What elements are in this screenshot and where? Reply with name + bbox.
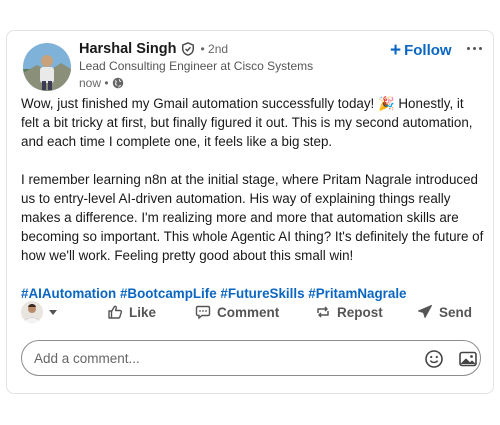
emoji-icon[interactable] bbox=[424, 349, 444, 369]
repost-label: Repost bbox=[337, 304, 383, 320]
chevron-down-icon bbox=[49, 309, 57, 315]
author-avatar[interactable] bbox=[23, 43, 71, 91]
author-headline: Lead Consulting Engineer at Cisco System… bbox=[79, 59, 314, 73]
author-name[interactable]: Harshal Singh bbox=[79, 41, 177, 57]
post-paragraph-2: I remember learning n8n at the initial s… bbox=[21, 172, 484, 263]
image-icon[interactable] bbox=[458, 349, 478, 369]
follow-label: Follow bbox=[404, 42, 452, 59]
globe-icon bbox=[112, 77, 124, 89]
comment-bubble-icon bbox=[195, 305, 211, 320]
more-options-icon[interactable] bbox=[463, 37, 485, 59]
repost-arrows-icon bbox=[317, 306, 329, 318]
post-time: now • bbox=[79, 76, 109, 90]
user-avatar bbox=[21, 301, 43, 323]
author-info: Harshal Singh • 2nd Lead Consulting Engi… bbox=[79, 41, 313, 90]
connection-degree: • 2nd bbox=[200, 42, 229, 56]
reaction-identity-selector[interactable] bbox=[21, 301, 93, 323]
comment-button[interactable]: Comment bbox=[195, 304, 279, 320]
repost-button[interactable]: Repost bbox=[315, 304, 383, 320]
send-paper-plane-icon bbox=[418, 305, 432, 318]
post-card: Harshal Singh • 2nd Lead Consulting Engi… bbox=[6, 30, 494, 394]
plus-icon: + bbox=[390, 40, 402, 61]
post-body: Wow, just finished my Gmail automation s… bbox=[21, 94, 485, 303]
post-actions: Like Comment Repost Send bbox=[21, 299, 485, 325]
like-button[interactable]: Like bbox=[107, 304, 156, 320]
like-label: Like bbox=[129, 304, 157, 320]
send-button[interactable]: Send bbox=[417, 304, 472, 320]
thumbs-up-icon bbox=[108, 305, 123, 319]
verified-shield-icon bbox=[181, 42, 195, 56]
comment-input[interactable] bbox=[22, 350, 402, 366]
comment-label: Comment bbox=[217, 304, 280, 320]
post-paragraph-1: Wow, just finished my Gmail automation s… bbox=[21, 96, 473, 149]
follow-button[interactable]: + Follow bbox=[390, 41, 452, 60]
comment-box bbox=[21, 340, 481, 376]
send-label: Send bbox=[439, 304, 473, 320]
